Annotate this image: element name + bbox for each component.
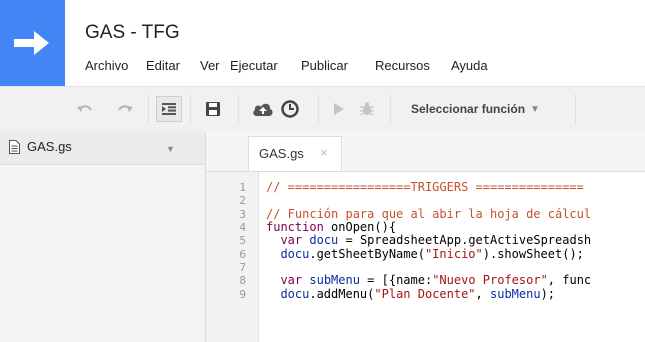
code-token: subMenu bbox=[309, 273, 360, 288]
save-icon bbox=[206, 102, 220, 116]
menu-ver[interactable]: Ver bbox=[200, 58, 220, 73]
chevron-down-icon[interactable]: ▼ bbox=[166, 144, 175, 154]
code-token: docu bbox=[309, 233, 339, 248]
menu-editar[interactable]: Editar bbox=[146, 58, 180, 73]
line-number: 6 bbox=[239, 247, 246, 261]
code-token: = [{name: bbox=[359, 273, 433, 288]
code-token: , bbox=[475, 286, 490, 301]
menu-recursos[interactable]: Recursos bbox=[375, 58, 430, 73]
code-token: docu bbox=[280, 246, 310, 261]
line-number: 9 bbox=[239, 287, 246, 301]
run-button[interactable] bbox=[328, 96, 350, 122]
code-token: onOpen(){ bbox=[323, 220, 397, 235]
code-token: "Nuevo Profesor" bbox=[432, 273, 548, 288]
code-token: ).showSheet(); bbox=[482, 246, 584, 261]
code-line[interactable]: // Función para que al abir la hoja de c… bbox=[266, 206, 592, 221]
code-line[interactable]: var subMenu = [{name:"Nuevo Profesor", f… bbox=[266, 274, 591, 287]
code-token: function bbox=[266, 220, 324, 235]
save-button[interactable] bbox=[200, 96, 226, 122]
code-line[interactable]: docu.getSheetByName("Inicio").showSheet(… bbox=[266, 246, 584, 261]
line-number: 8 bbox=[239, 274, 246, 288]
indent-button[interactable] bbox=[156, 96, 182, 122]
code-line[interactable]: // =================TRIGGERS ===========… bbox=[266, 181, 584, 194]
chevron-down-icon: ▼ bbox=[530, 103, 540, 115]
line-number: 1 bbox=[239, 181, 246, 194]
triggers-button[interactable] bbox=[277, 96, 303, 122]
function-select-label: Seleccionar función bbox=[411, 102, 526, 116]
undo-icon bbox=[77, 105, 92, 112]
code-token: .addMenu( bbox=[309, 286, 375, 301]
line-number: 3 bbox=[239, 207, 246, 221]
code-token: "Plan Docente" bbox=[374, 286, 476, 301]
toolbar: Seleccionar función ▼ bbox=[0, 86, 645, 133]
menu-archivo[interactable]: Archivo bbox=[85, 58, 128, 73]
line-number: 4 bbox=[239, 221, 246, 235]
code-token: var bbox=[280, 273, 303, 288]
code-line[interactable]: function onOpen(){ bbox=[266, 221, 396, 234]
file-name[interactable]: GAS.gs bbox=[27, 139, 72, 154]
redo-button[interactable] bbox=[112, 96, 138, 122]
menu-ayuda[interactable]: Ayuda bbox=[451, 58, 488, 73]
document-icon bbox=[9, 140, 20, 154]
debug-button[interactable] bbox=[355, 96, 379, 122]
code-token: .getSheetByName( bbox=[309, 246, 425, 261]
clock-trigger-icon bbox=[281, 100, 299, 118]
line-number: 2 bbox=[239, 194, 246, 208]
menu-publicar[interactable]: Publicar bbox=[301, 58, 348, 73]
debug-bug-icon bbox=[360, 102, 374, 116]
run-icon bbox=[334, 103, 344, 115]
code-token: , func bbox=[547, 273, 592, 288]
code-token: // Función para que al abir la hoja de c… bbox=[266, 206, 592, 221]
code-token: ); bbox=[540, 286, 556, 301]
code-token: "Inicio" bbox=[424, 246, 483, 261]
code-token: docu bbox=[280, 286, 310, 301]
redo-icon bbox=[118, 105, 133, 112]
line-number: 7 bbox=[239, 261, 246, 275]
tab-label[interactable]: GAS.gs bbox=[259, 146, 304, 161]
close-icon[interactable]: × bbox=[320, 145, 328, 160]
project-title[interactable]: GAS - TFG bbox=[85, 22, 180, 44]
cloud-upload-icon bbox=[253, 103, 273, 116]
code-line[interactable]: docu.addMenu("Plan Docente", subMenu); bbox=[266, 286, 556, 301]
code-token: // =================TRIGGERS ===========… bbox=[266, 180, 584, 194]
line-number: 5 bbox=[239, 234, 246, 248]
code-token: subMenu bbox=[490, 286, 541, 301]
indent-icon bbox=[162, 103, 176, 115]
undo-button[interactable] bbox=[72, 96, 98, 122]
apps-script-logo[interactable] bbox=[0, 0, 65, 86]
arrow-right-icon bbox=[14, 31, 49, 55]
function-select[interactable]: Seleccionar función ▼ bbox=[399, 96, 569, 122]
code-token: = SpreadsheetApp.getActiveSpreadsh bbox=[338, 233, 592, 248]
code-line[interactable]: var docu = SpreadsheetApp.getActiveSprea… bbox=[266, 234, 591, 247]
menu-ejecutar[interactable]: Ejecutar bbox=[230, 58, 278, 73]
publish-button[interactable] bbox=[248, 96, 278, 122]
code-token: var bbox=[280, 233, 303, 248]
